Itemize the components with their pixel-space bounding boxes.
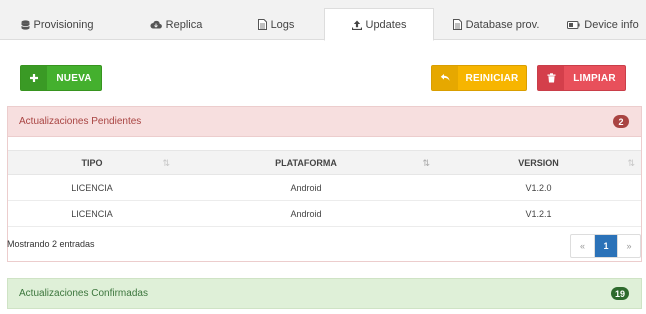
- file-icon: [257, 19, 267, 30]
- tab-label: Provisioning: [33, 18, 94, 31]
- tab-provisioning[interactable]: Provisioning: [8, 9, 106, 40]
- column-header-tipo[interactable]: TIPO ⇅: [8, 151, 176, 174]
- cloud-icon: [150, 20, 162, 29]
- confirmed-panel-header[interactable]: Actualizaciones Confirmadas 19: [8, 279, 641, 308]
- sort-icon: ⇅: [162, 158, 170, 168]
- reiniciar-button[interactable]: REINICIAR: [431, 65, 527, 91]
- trash-icon: [538, 66, 564, 90]
- cell-plataforma: Android: [290, 182, 322, 193]
- cell-version: V1.2.1: [525, 208, 552, 219]
- column-header-plataforma[interactable]: PLATAFORMA ⇅: [176, 151, 436, 174]
- pagination: « 1 »: [570, 234, 641, 258]
- sort-asc-icon: ⇅: [422, 158, 430, 168]
- table-row[interactable]: LICENCIA Android V1.2.1: [8, 201, 641, 227]
- tab-database-prov[interactable]: Database prov.: [446, 9, 546, 40]
- cell-tipo: LICENCIA: [71, 208, 113, 219]
- prev-page-button[interactable]: «: [571, 235, 594, 257]
- table-row[interactable]: LICENCIA Android V1.2.0: [8, 175, 641, 201]
- pending-updates-table: TIPO ⇅ PLATAFORMA ⇅ VERSION ⇅ LICENCIA A…: [8, 150, 641, 227]
- nueva-label: NUEVA: [56, 72, 92, 84]
- limpiar-button[interactable]: LIMPIAR: [537, 65, 626, 91]
- sort-icon: ⇅: [627, 158, 635, 168]
- confirmed-panel-title: Actualizaciones Confirmadas: [19, 288, 148, 299]
- tab-replica[interactable]: Replica: [136, 9, 216, 40]
- tab-label: Database prov.: [465, 18, 540, 31]
- next-page-button[interactable]: »: [617, 235, 640, 257]
- confirmed-count-badge: 19: [610, 287, 629, 300]
- table-footer: Mostrando 2 entradas « 1 »: [7, 232, 641, 262]
- tab-updates[interactable]: Updates: [324, 8, 434, 41]
- reiniciar-label: REINICIAR: [465, 72, 519, 84]
- entries-info: Mostrando 2 entradas: [7, 239, 95, 249]
- tab-label: Replica: [165, 18, 203, 31]
- tab-bar: Provisioning Replica Logs Updates Databa…: [0, 0, 646, 41]
- file-icon: [452, 19, 462, 30]
- column-label: VERSION: [518, 157, 559, 168]
- cell-version: V1.2.0: [525, 182, 552, 193]
- updates-page: Provisioning Replica Logs Updates Databa…: [0, 0, 646, 314]
- tab-device-info[interactable]: Device info: [564, 9, 642, 40]
- database-icon: [20, 19, 30, 30]
- page-1-button[interactable]: 1: [594, 235, 617, 257]
- tab-label: Updates: [365, 18, 407, 31]
- pending-count-badge: 2: [613, 115, 629, 128]
- plus-icon: [21, 66, 47, 90]
- column-label: PLATAFORMA: [275, 157, 337, 168]
- column-header-version[interactable]: VERSION ⇅: [436, 151, 641, 174]
- limpiar-label: LIMPIAR: [573, 72, 616, 84]
- tab-label: Logs: [270, 18, 295, 31]
- tab-label: Device info: [584, 18, 639, 31]
- nueva-button[interactable]: NUEVA: [20, 65, 102, 91]
- upload-icon: [351, 20, 362, 30]
- cell-plataforma: Android: [290, 208, 322, 219]
- pending-panel-header[interactable]: Actualizaciones Pendientes 2: [8, 107, 641, 137]
- pending-panel-title: Actualizaciones Pendientes: [19, 116, 142, 127]
- undo-icon: [432, 66, 458, 90]
- confirmed-updates-panel: Actualizaciones Confirmadas 19: [7, 278, 642, 309]
- tab-logs[interactable]: Logs: [240, 9, 312, 40]
- table-header: TIPO ⇅ PLATAFORMA ⇅ VERSION ⇅: [8, 150, 641, 175]
- cell-tipo: LICENCIA: [71, 182, 113, 193]
- pending-updates-panel: Actualizaciones Pendientes 2 TIPO ⇅ PLAT…: [7, 106, 642, 262]
- battery-icon: [567, 20, 580, 29]
- column-label: TIPO: [81, 157, 103, 168]
